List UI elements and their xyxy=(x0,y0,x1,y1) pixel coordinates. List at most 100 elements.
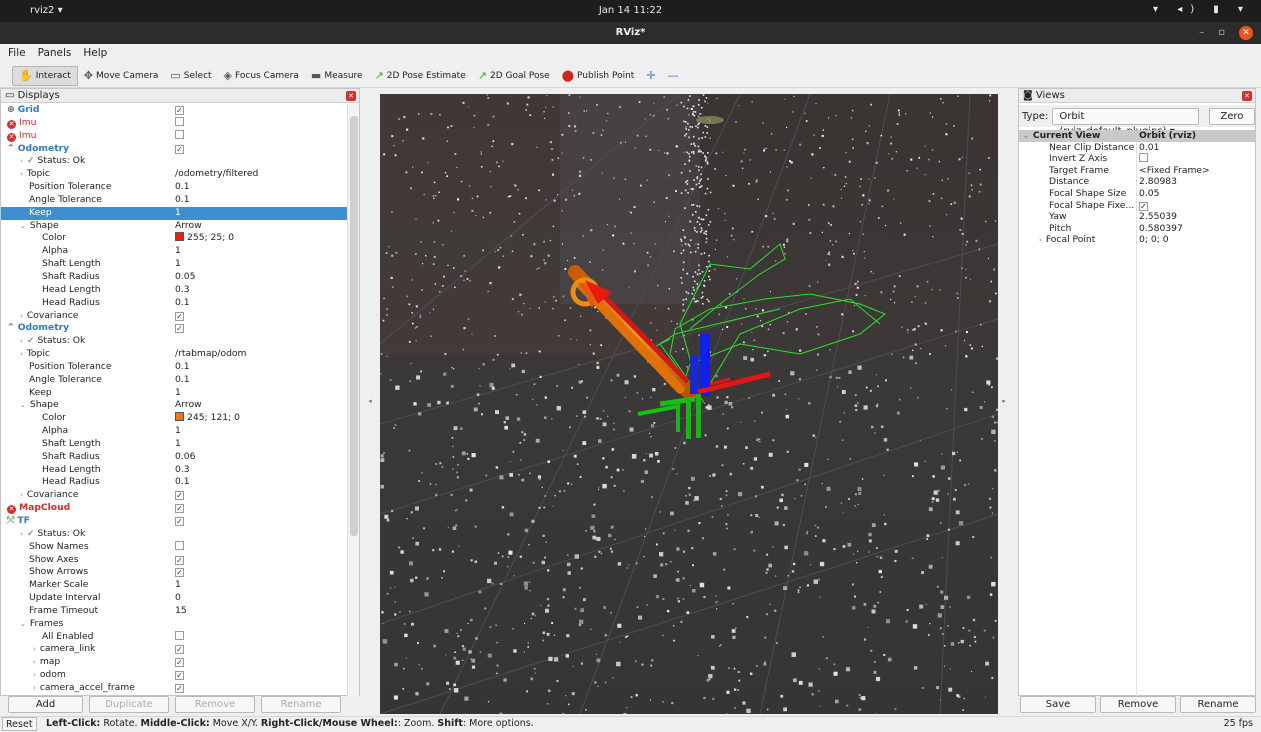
display-row[interactable]: ✕Imu xyxy=(1,117,347,130)
clock[interactable]: Jan 14 11:22 xyxy=(0,5,1261,16)
view-property-row[interactable]: Yaw2.55039 xyxy=(1019,211,1255,223)
display-row[interactable]: ›✓Status: Ok xyxy=(1,155,347,168)
property-value[interactable]: 0 xyxy=(175,592,181,605)
display-row[interactable]: All Enabled xyxy=(1,631,347,644)
tool-2d-pose-estimate[interactable]: ↗2D Pose Estimate xyxy=(369,66,472,86)
property-value[interactable] xyxy=(175,541,184,554)
property-value[interactable] xyxy=(175,631,184,644)
chevron-right-icon[interactable]: › xyxy=(20,312,23,320)
chevron-right-icon[interactable]: › xyxy=(33,684,36,692)
display-row[interactable]: ›camera_link✓ xyxy=(1,643,347,656)
view-property-value[interactable]: 2.55039 xyxy=(1139,211,1177,223)
display-row[interactable]: Keep1 xyxy=(1,207,347,220)
display-row[interactable]: ⊕Grid✓ xyxy=(1,104,347,117)
view-property-row[interactable]: Focal Shape Size0.05 xyxy=(1019,188,1255,200)
collapse-left-icon[interactable]: ◂ xyxy=(364,88,376,714)
chevron-right-icon[interactable]: › xyxy=(33,645,36,653)
display-row[interactable]: Alpha1 xyxy=(1,245,347,258)
property-value[interactable]: 0.06 xyxy=(175,451,195,464)
display-row[interactable]: ›✓Status: Ok xyxy=(1,528,347,541)
chevron-down-icon[interactable]: ⌄ xyxy=(20,222,26,230)
property-value[interactable] xyxy=(175,130,184,143)
display-row[interactable]: ⌄ShapeArrow xyxy=(1,399,347,412)
tool-extra-8[interactable]: ✛ xyxy=(640,66,661,86)
property-value[interactable]: 0.3 xyxy=(175,464,190,477)
close-icon[interactable]: ✕ xyxy=(1239,26,1253,40)
display-row[interactable]: ›camera_accel_frame✓ xyxy=(1,682,347,695)
checkbox[interactable]: ✓ xyxy=(175,517,184,526)
tool-focus-camera[interactable]: ◈Focus Camera xyxy=(218,66,305,86)
tool-publish-point[interactable]: ⬤Publish Point xyxy=(556,66,641,86)
display-row[interactable]: Position Tolerance0.1 xyxy=(1,181,347,194)
display-row[interactable]: Head Length0.3 xyxy=(1,464,347,477)
display-row[interactable]: Head Radius0.1 xyxy=(1,476,347,489)
view-remove-button[interactable]: Remove xyxy=(1100,696,1176,713)
property-value[interactable]: ✓ xyxy=(175,322,184,335)
property-value[interactable]: Arrow xyxy=(175,399,202,412)
tool-measure[interactable]: ▬Measure xyxy=(305,66,369,86)
remove-button[interactable]: Remove xyxy=(175,696,255,713)
chevron-right-icon[interactable]: › xyxy=(20,157,23,165)
collapse-right-icon[interactable]: ▸ xyxy=(998,88,1010,714)
checkbox[interactable]: ✓ xyxy=(175,671,184,680)
property-value[interactable]: 0.3 xyxy=(175,284,190,297)
chevron-right-icon[interactable]: › xyxy=(20,170,23,178)
chevron-down-icon[interactable]: ⌄ xyxy=(20,620,26,628)
view-property-value[interactable]: 2.80983 xyxy=(1139,176,1177,188)
display-row[interactable]: Angle Tolerance0.1 xyxy=(1,194,347,207)
checkbox[interactable]: ✓ xyxy=(175,658,184,667)
display-row[interactable]: ⌃Odometry✓ xyxy=(1,322,347,335)
chevron-right-icon[interactable]: › xyxy=(20,530,23,538)
property-value[interactable]: ✓ xyxy=(175,489,184,502)
menu-file[interactable]: File xyxy=(0,44,30,59)
checkbox[interactable] xyxy=(175,130,184,139)
checkbox[interactable]: ✓ xyxy=(175,645,184,654)
display-row[interactable]: Show Axes✓ xyxy=(1,554,347,567)
display-row[interactable]: Shaft Radius0.06 xyxy=(1,451,347,464)
duplicate-button[interactable]: Duplicate xyxy=(89,696,169,713)
display-row[interactable]: Alpha1 xyxy=(1,425,347,438)
checkbox[interactable]: ✓ xyxy=(175,556,184,565)
property-value[interactable]: 0.1 xyxy=(175,194,190,207)
property-value[interactable]: /rtabmap/odom xyxy=(175,348,246,361)
display-row[interactable]: ⌄ShapeArrow xyxy=(1,220,347,233)
display-row[interactable]: ›✓Status: Ok xyxy=(1,335,347,348)
property-value[interactable]: 0.1 xyxy=(175,181,190,194)
checkbox[interactable]: ✓ xyxy=(175,491,184,500)
display-row[interactable]: Shaft Length1 xyxy=(1,258,347,271)
display-row[interactable]: ›Covariance✓ xyxy=(1,310,347,323)
view-property-value[interactable]: 0; 0; 0 xyxy=(1139,234,1169,246)
property-value[interactable]: 1 xyxy=(175,207,181,220)
view-property-value[interactable]: 0.580397 xyxy=(1139,223,1183,235)
minimize-icon[interactable]: – xyxy=(1199,22,1204,44)
chevron-right-icon[interactable]: › xyxy=(1039,236,1042,244)
display-row[interactable]: ⤲TF✓ xyxy=(1,515,347,528)
checkbox[interactable]: ✓ xyxy=(175,568,184,577)
property-value[interactable]: ✓ xyxy=(175,656,184,669)
property-value[interactable]: ✓ xyxy=(175,682,184,695)
checkbox[interactable] xyxy=(175,541,184,550)
property-value[interactable]: 0.1 xyxy=(175,476,190,489)
menu-panels[interactable]: Panels xyxy=(30,44,76,59)
display-row[interactable]: Color255; 25; 0 xyxy=(1,232,347,245)
chevron-down-icon[interactable]: ⌄ xyxy=(20,401,26,409)
view-property-row[interactable]: Invert Z Axis xyxy=(1019,153,1255,165)
view-property-value[interactable]: Orbit (rviz) xyxy=(1139,130,1196,142)
display-row[interactable]: Update Interval0 xyxy=(1,592,347,605)
property-value[interactable]: Arrow xyxy=(175,220,202,233)
checkbox[interactable]: ✓ xyxy=(175,312,184,321)
3d-viewport[interactable] xyxy=(380,94,998,714)
property-value[interactable]: 1 xyxy=(175,579,181,592)
view-property-row[interactable]: Distance2.80983 xyxy=(1019,176,1255,188)
menu-help[interactable]: Help xyxy=(75,44,111,59)
display-row[interactable]: Marker Scale1 xyxy=(1,579,347,592)
property-value[interactable]: ✓ xyxy=(175,643,184,656)
displays-scrollbar[interactable] xyxy=(347,104,359,697)
checkbox[interactable]: ✓ xyxy=(175,106,184,115)
property-value[interactable]: 0.1 xyxy=(175,374,190,387)
property-value[interactable]: ✓ xyxy=(175,143,184,156)
display-row[interactable]: Head Length0.3 xyxy=(1,284,347,297)
property-value[interactable]: 15 xyxy=(175,605,187,618)
chevron-right-icon[interactable]: › xyxy=(20,350,23,358)
display-row[interactable]: ⌄Frames xyxy=(1,618,347,631)
